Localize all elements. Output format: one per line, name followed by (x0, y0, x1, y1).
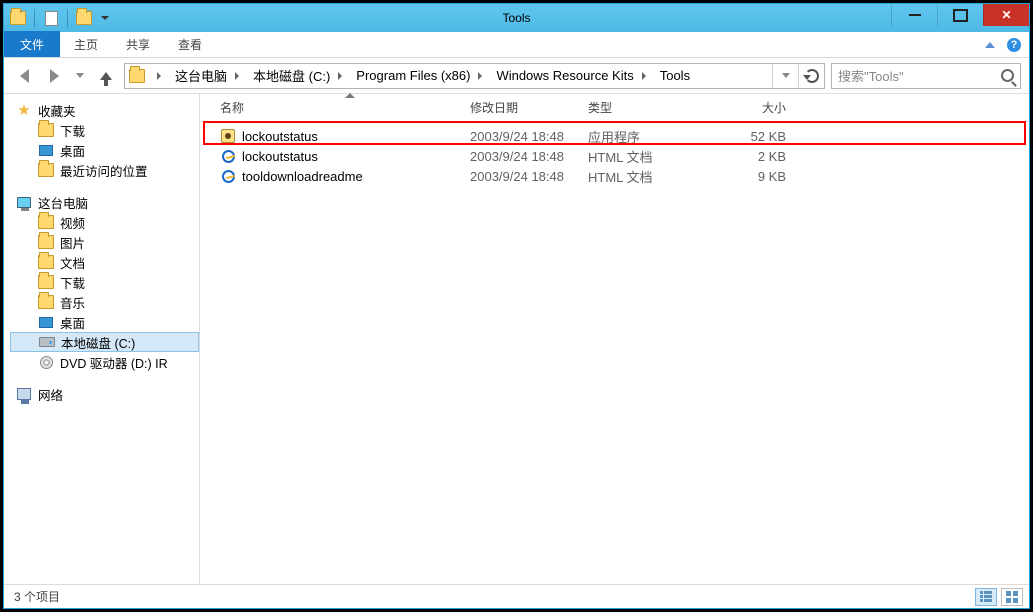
folder-icon (38, 274, 54, 290)
desktop-icon (38, 314, 54, 330)
back-button[interactable] (12, 64, 36, 88)
disc-icon (38, 354, 54, 370)
tree-item-documents[interactable]: 文档 (10, 252, 199, 272)
file-tab[interactable]: 文件 (4, 31, 60, 57)
folder-icon (38, 122, 54, 138)
search-placeholder: 搜索"Tools" (838, 66, 904, 85)
window-controls (891, 4, 1029, 26)
status-bar: 3 个项目 (4, 584, 1029, 608)
refresh-icon (805, 69, 819, 83)
sort-asc-icon (345, 93, 355, 98)
col-type[interactable]: 类型 (588, 99, 716, 116)
monitor-icon (16, 194, 32, 210)
window-title: Tools (502, 11, 530, 25)
thumbnails-view-button[interactable] (1001, 588, 1023, 606)
help-icon[interactable]: ? (1007, 38, 1021, 52)
address-bar[interactable]: 这台电脑 本地磁盘 (C:) Program Files (x86) Windo… (124, 63, 825, 89)
tab-share[interactable]: 共享 (112, 31, 164, 57)
tree-item-videos[interactable]: 视频 (10, 212, 199, 232)
forward-button[interactable] (42, 64, 66, 88)
separator (34, 9, 35, 27)
drive-icon (39, 334, 55, 350)
tree-item-downloads[interactable]: 下载 (10, 120, 199, 140)
qat-dropdown-icon[interactable] (96, 10, 112, 26)
minimize-ribbon-icon[interactable] (985, 42, 995, 48)
body: ★ 收藏夹 下载 桌面 最近访问的位置 这台电脑 视频 图片 文档 下载 音乐 … (4, 94, 1029, 584)
chevron-right-icon (338, 72, 342, 80)
minimize-button[interactable] (891, 4, 937, 26)
col-size[interactable]: 大小 (716, 99, 786, 116)
history-dropdown[interactable] (72, 64, 88, 88)
close-button[interactable] (983, 4, 1029, 26)
breadcrumb-item[interactable]: Tools (654, 64, 696, 88)
folder-icon (38, 294, 54, 310)
maximize-button[interactable] (937, 4, 983, 26)
file-row[interactable]: lockoutstatus 2003/9/24 18:48 HTML 文档 2 … (200, 146, 1029, 166)
folder-icon (129, 68, 145, 84)
explorer-window: Tools 文件 主页 共享 查看 ? 这台电脑 本地磁盘 (C:) Progr… (3, 3, 1030, 609)
breadcrumb-item[interactable]: Windows Resource Kits (490, 64, 651, 88)
tree-item-recent[interactable]: 最近访问的位置 (10, 160, 199, 180)
file-rows: lockoutstatus 2003/9/24 18:48 应用程序 52 KB… (200, 122, 1029, 186)
search-icon (1001, 69, 1014, 82)
chevron-right-icon (235, 72, 239, 80)
properties-icon[interactable] (43, 10, 59, 26)
navigation-tree: ★ 收藏夹 下载 桌面 最近访问的位置 这台电脑 视频 图片 文档 下载 音乐 … (4, 94, 200, 584)
chevron-right-icon (478, 72, 482, 80)
tree-network[interactable]: 网络 (10, 384, 199, 404)
html-icon (220, 148, 236, 164)
breadcrumb-root[interactable] (147, 64, 167, 88)
tree-item-pictures[interactable]: 图片 (10, 232, 199, 252)
tree-item-local-disk-c[interactable]: 本地磁盘 (C:) (10, 332, 199, 352)
tree-favorites[interactable]: ★ 收藏夹 (10, 100, 199, 120)
item-count: 3 个项目 (14, 588, 60, 605)
folder-icon (38, 254, 54, 270)
navigation-bar: 这台电脑 本地磁盘 (C:) Program Files (x86) Windo… (4, 58, 1029, 94)
new-folder-icon[interactable] (76, 10, 92, 26)
tab-home[interactable]: 主页 (60, 31, 112, 57)
tree-item-dvd-drive[interactable]: DVD 驱动器 (D:) IR (10, 352, 199, 372)
folder-icon (10, 10, 26, 26)
separator (67, 9, 68, 27)
up-button[interactable] (94, 64, 118, 88)
file-row[interactable]: tooldownloadreadme 2003/9/24 18:48 HTML … (200, 166, 1029, 186)
search-input[interactable]: 搜索"Tools" (831, 63, 1021, 89)
details-view-button[interactable] (975, 588, 997, 606)
tree-item-desktop[interactable]: 桌面 (10, 140, 199, 160)
titlebar: Tools (4, 4, 1029, 32)
col-name[interactable]: 名称 (220, 99, 470, 116)
file-list: 名称 修改日期 类型 大小 lockoutstatus 2003/9/24 18… (200, 94, 1029, 584)
tree-item-desktop2[interactable]: 桌面 (10, 312, 199, 332)
quick-access-toolbar (4, 9, 112, 27)
refresh-button[interactable] (798, 64, 824, 88)
star-icon: ★ (16, 102, 32, 118)
ribbon-tabs: 文件 主页 共享 查看 ? (4, 32, 1029, 58)
network-icon (16, 386, 32, 402)
thumbnails-view-icon (1006, 591, 1018, 603)
breadcrumb-item[interactable]: 这台电脑 (169, 64, 245, 88)
folder-icon (38, 234, 54, 250)
file-row[interactable]: lockoutstatus 2003/9/24 18:48 应用程序 52 KB (200, 126, 1029, 146)
details-view-icon (980, 591, 992, 602)
folder-icon (38, 162, 54, 178)
tree-this-pc[interactable]: 这台电脑 (10, 192, 199, 212)
col-date[interactable]: 修改日期 (470, 99, 588, 116)
tree-item-downloads2[interactable]: 下载 (10, 272, 199, 292)
chevron-right-icon (642, 72, 646, 80)
tab-view[interactable]: 查看 (164, 31, 216, 57)
column-headers: 名称 修改日期 类型 大小 (200, 94, 1029, 122)
breadcrumb-item[interactable]: Program Files (x86) (350, 64, 488, 88)
html-icon (220, 168, 236, 184)
application-icon (220, 128, 236, 144)
tree-item-music[interactable]: 音乐 (10, 292, 199, 312)
breadcrumb-item[interactable]: 本地磁盘 (C:) (247, 64, 348, 88)
folder-icon (38, 214, 54, 230)
address-dropdown[interactable] (772, 64, 798, 88)
desktop-icon (38, 142, 54, 158)
